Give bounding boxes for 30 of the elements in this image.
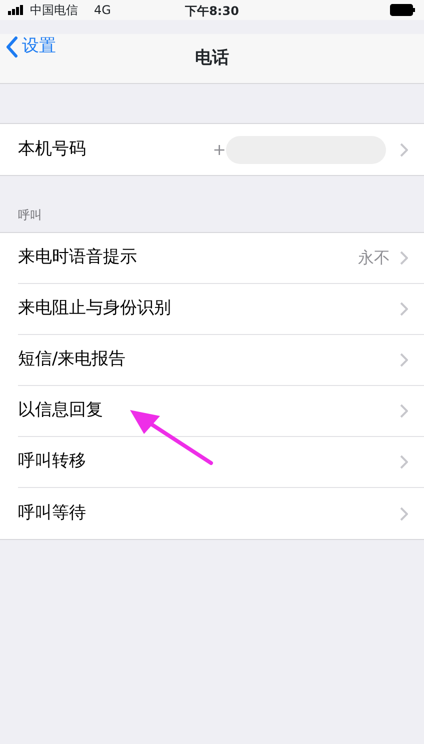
chevron-icon	[400, 142, 408, 156]
row-label: 呼叫转移	[18, 450, 87, 474]
nav-title: 电话	[195, 47, 229, 70]
row-label: 本机号码	[18, 138, 87, 161]
row-label: 来电阻止与身份识别	[18, 297, 172, 320]
chevron-icon	[400, 404, 408, 418]
chevron-icon	[400, 302, 408, 316]
network-type: 4G	[94, 2, 111, 19]
row-label: 短信/来电报告	[18, 348, 127, 372]
back-chevron-icon	[6, 36, 18, 58]
row-value: 永不	[358, 247, 390, 269]
row-label: 以信息回复	[18, 399, 104, 422]
settings-row[interactable]: 短信/来电报告	[18, 335, 424, 386]
carrier-name: 中国电信	[30, 2, 78, 19]
chevron-icon	[400, 506, 408, 520]
settings-row[interactable]: 呼叫等待	[18, 488, 424, 539]
status-time: 下午8:30	[185, 3, 239, 20]
chevron-icon	[400, 353, 408, 367]
signal-icon	[8, 5, 26, 15]
battery-icon	[390, 4, 416, 16]
chevron-icon	[400, 251, 408, 265]
back-button[interactable]: 设置	[0, 34, 62, 60]
row-label: 呼叫等待	[18, 502, 87, 525]
row-label: 来电时语音提示	[18, 246, 138, 270]
chevron-icon	[400, 455, 408, 469]
settings-row[interactable]: 呼叫转移	[18, 437, 424, 488]
row-value: +	[212, 138, 226, 160]
settings-row[interactable]: 来电时语音提示 永不	[18, 233, 424, 284]
section-header: 呼叫	[17, 207, 43, 224]
settings-row[interactable]: 来电阻止与身份识别	[18, 284, 424, 335]
